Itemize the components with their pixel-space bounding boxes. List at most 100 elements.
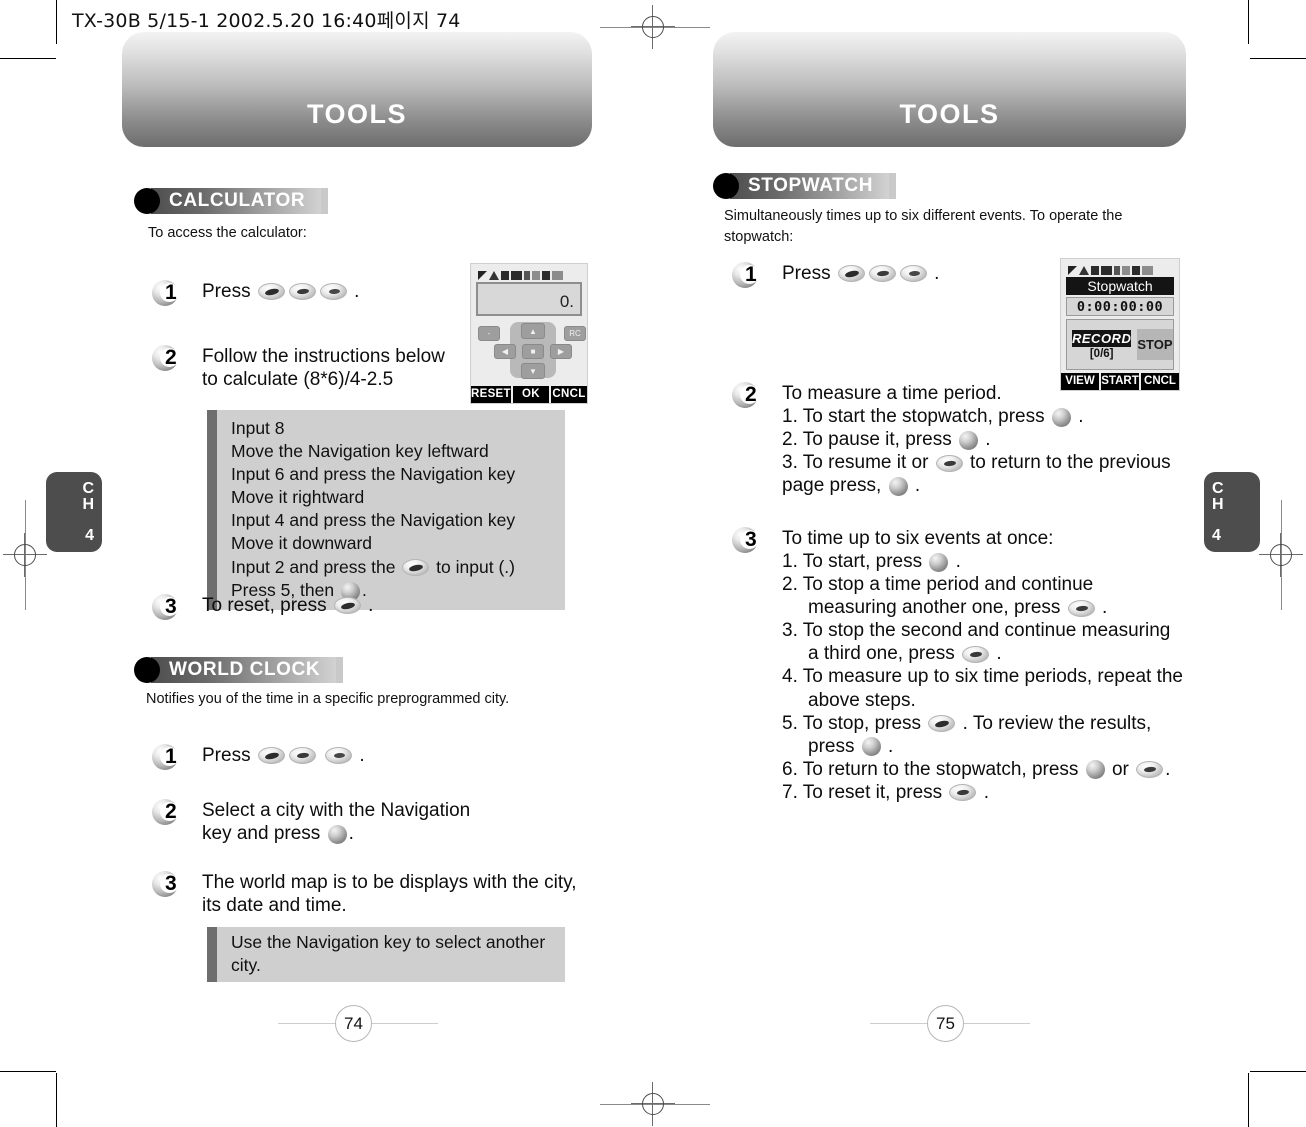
phone-key-icon[interactable] [402,559,430,577]
bullet-dot-icon [134,188,160,214]
chapter-tab-left-num: 4 [85,526,94,544]
notebox-accent-bar [207,410,217,610]
ok-key-icon[interactable] [327,824,347,844]
step-number: 3 [745,528,757,551]
calculator-intro: To access the calculator: [148,225,307,241]
step-text-end: to return to the previous [970,452,1171,474]
softkey-cncl[interactable]: CNCL [548,386,587,403]
softkey-reset[interactable]: RESET [471,386,511,403]
step-text: above steps. [808,689,916,711]
step-text: page press, [782,475,882,497]
signal-icon [1068,266,1077,275]
ok-key-icon[interactable] [1051,407,1071,427]
phone-key-icon[interactable] [325,747,353,765]
phone-key-icon[interactable] [868,265,896,283]
right-page-banner: TOOLS [713,32,1186,147]
alarm-icon [1101,266,1112,275]
calc-key-left[interactable]: ◀ [494,344,516,359]
step-line: to calculate (8*6)/4-2.5 [202,369,394,391]
chapter-tab-right-c: C [1212,480,1224,497]
crop-mark-top-left-v [56,0,57,44]
stopwatch-stop-button[interactable]: STOP [1137,329,1173,360]
step-line: its date and time. [202,895,347,917]
step-text: 4. To measure up to six time periods, re… [782,666,1183,688]
section-heading-calculator-label: CALCULATOR [151,188,322,214]
ring-icon [1114,266,1120,275]
step-text: Press [202,281,251,302]
chapter-tab-left-c: C [82,480,94,497]
calculator-instructions-box: Input 8 Move the Navigation key leftward… [207,410,565,610]
ok-key-icon[interactable] [1085,760,1105,780]
phone-key-icon[interactable] [962,645,990,663]
phone-key-icon[interactable] [949,784,977,802]
phone-key-icon[interactable] [319,283,347,301]
step-number: 1 [745,263,757,286]
calc-key-down[interactable]: ▼ [521,363,545,379]
step-line: above steps. [782,689,1202,712]
phone-key-icon[interactable] [288,747,316,765]
chapter-tab-right-num: 4 [1212,526,1221,544]
step-line: 5. To stop, press . To review the result… [782,712,1202,735]
ok-key-icon[interactable] [958,430,978,450]
phone-key-icon[interactable] [288,283,316,301]
softkey-ok[interactable]: OK [510,386,549,403]
step-bullet-3-world-clock: 3 [152,869,192,903]
page-number-left-value: 74 [335,1005,372,1042]
section-heading-calculator: CALCULATOR [134,188,329,214]
message-icon [1091,266,1099,275]
step-text: press [808,735,855,757]
step-line: The world map is to be displays with the… [202,872,577,893]
calc-key-right[interactable]: ▶ [550,344,572,359]
stopwatch-intro: Simultaneously times up to six different… [724,206,1164,247]
instruction-line: Input 2 and press the to input (.) [231,556,553,579]
phone-key-icon[interactable] [257,747,285,765]
step-line: Follow the instructions below [202,346,445,367]
page-number-right-value: 75 [927,1005,964,1042]
step-text-end: . [354,281,360,302]
step-bullet-2-world-clock: 2 [152,797,192,831]
step-text-end: . To review the results, [962,712,1152,734]
step-number: 1 [165,281,177,304]
calc-key-up[interactable]: ▲ [521,323,545,339]
crop-mark-top-right-v [1248,0,1249,44]
phone-key-icon[interactable] [333,597,361,615]
world-clock-step-3-text: The world map is to be displays with the… [202,871,602,917]
lcd-status-bar [1066,264,1174,277]
stopwatch-screen-mockup: Stopwatch 0:00:00:00 RECORD [0/6] STOP V… [1060,258,1180,391]
phone-key-icon[interactable] [257,283,285,301]
step-line: 4. To measure up to six time periods, re… [782,665,1202,688]
stopwatch-record-block: RECORD [0/6] [1072,329,1132,360]
calc-key-rc[interactable]: RC [564,326,586,341]
registration-mark-left [3,533,47,577]
ok-key-icon[interactable] [888,476,908,496]
step-line: page press, . [782,474,1202,497]
message-icon [501,271,509,280]
step-line: To measure a time period. [782,383,1002,404]
ok-key-icon[interactable] [929,552,949,572]
step-text-end: . [348,823,354,845]
calc-key-minus[interactable]: - [478,326,500,341]
step-text-end: . [955,551,961,573]
phone-key-icon[interactable] [837,265,865,283]
step-text-end: . [368,595,374,616]
step-text-end: . [914,475,921,497]
section-heading-stopwatch: STOPWATCH [713,173,897,199]
step-line: 2. To stop a time period and continue [782,573,1202,596]
phone-key-icon[interactable] [1067,599,1095,617]
step-text: 1. To start, press [782,551,923,573]
section-heading-world-clock-label: WORLD CLOCK [151,657,337,683]
calculator-step-3-text: To reset, press . [202,594,502,617]
phone-key-icon[interactable] [899,265,927,283]
step-text: key and press [202,823,321,845]
phone-key-icon[interactable] [935,454,963,472]
instruction-line: Move it rightward [231,487,365,508]
phone-key-icon[interactable] [928,715,956,733]
step-number: 3 [165,872,177,895]
antenna-icon [1079,266,1089,275]
step-text: Press [202,745,251,766]
step-bullet-3-stopwatch: 3 [732,525,772,559]
step-line: 1. To start the stopwatch, press . [782,405,1202,428]
phone-key-icon[interactable] [1136,761,1164,779]
ok-key-icon[interactable] [861,737,881,757]
calc-key-center[interactable]: ■ [522,344,544,359]
